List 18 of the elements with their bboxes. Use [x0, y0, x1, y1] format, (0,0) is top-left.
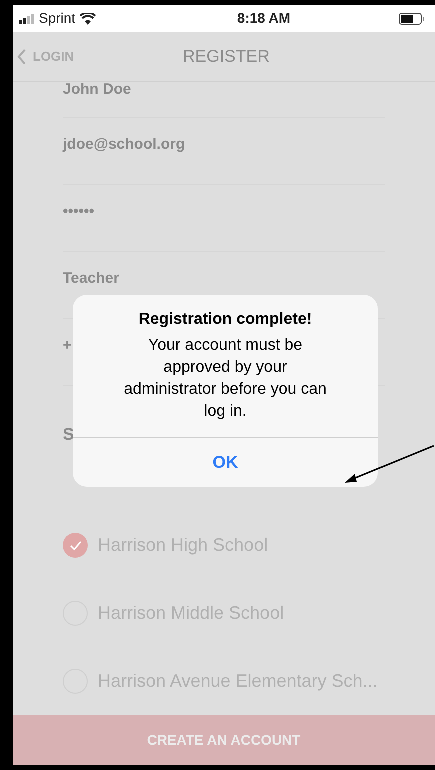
field-value[interactable]: Teacher	[63, 268, 120, 290]
chevron-left-icon	[17, 48, 27, 64]
checkbox[interactable]	[63, 533, 88, 558]
field-value[interactable]: jdoe@school.org	[63, 134, 186, 156]
wifi-icon	[80, 12, 96, 24]
carrier-name: Sprint	[39, 9, 76, 28]
field-value[interactable]: John Doe	[63, 82, 132, 101]
field-value[interactable]: ••••••	[63, 200, 95, 223]
alert-message: Your account must be approved by your administrator before you can log in.	[123, 336, 328, 422]
create-account-button[interactable]: CREATE AN ACCOUNT	[13, 715, 435, 765]
alert-title: Registration complete!	[138, 310, 312, 330]
signal-icon	[19, 14, 35, 24]
check-icon	[70, 540, 82, 550]
section-heading: S	[63, 424, 74, 446]
battery-icon	[399, 12, 425, 24]
screen-title: REGISTER	[183, 46, 270, 68]
field-value[interactable]: +	[63, 334, 72, 357]
clock-time: 8:18 AM	[236, 9, 292, 28]
